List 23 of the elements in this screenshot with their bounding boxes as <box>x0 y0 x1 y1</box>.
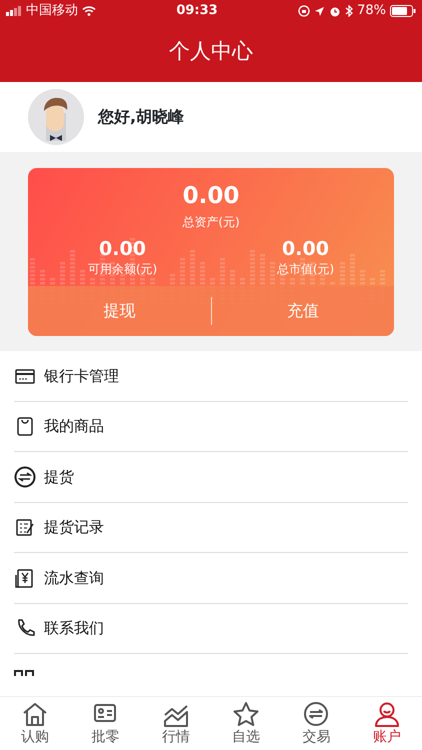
page-title: 个人中心 <box>169 38 253 66</box>
tab-button[interactable]: 账户 <box>368 699 405 748</box>
tab-button[interactable]: 自选 <box>228 699 264 748</box>
tab-button[interactable]: 批零 <box>87 699 124 748</box>
clock-time: 09:33 <box>176 2 218 20</box>
stat-label: 总市值(元) <box>276 261 336 278</box>
carrier-name: 中国移动 <box>26 2 78 20</box>
menu-item[interactable]: 我的商品 <box>44 415 104 438</box>
tab-button[interactable]: 认购 <box>17 699 54 748</box>
total-assets-label: 总资产(元) <box>181 214 241 232</box>
greeting-text: 您好,胡晓峰 <box>98 106 184 128</box>
total-assets-value: 0.00 <box>182 184 240 210</box>
menu-item[interactable]: 联系我们 <box>44 617 104 640</box>
menu-item[interactable]: 提货记录 <box>44 516 104 539</box>
menu-item[interactable]: 银行卡管理 <box>44 364 119 388</box>
stat-value: 0.00 <box>98 239 147 260</box>
stat-value: 0.00 <box>281 239 330 260</box>
menu-item[interactable]: 流水查询 <box>44 566 104 590</box>
tab-button[interactable]: 交易 <box>298 699 334 748</box>
menu-item[interactable]: 提货 <box>44 466 74 488</box>
stat-label: 可用余额(元) <box>86 261 158 278</box>
tab-button[interactable]: 行情 <box>158 699 194 748</box>
battery-percent: 78% <box>357 2 386 20</box>
